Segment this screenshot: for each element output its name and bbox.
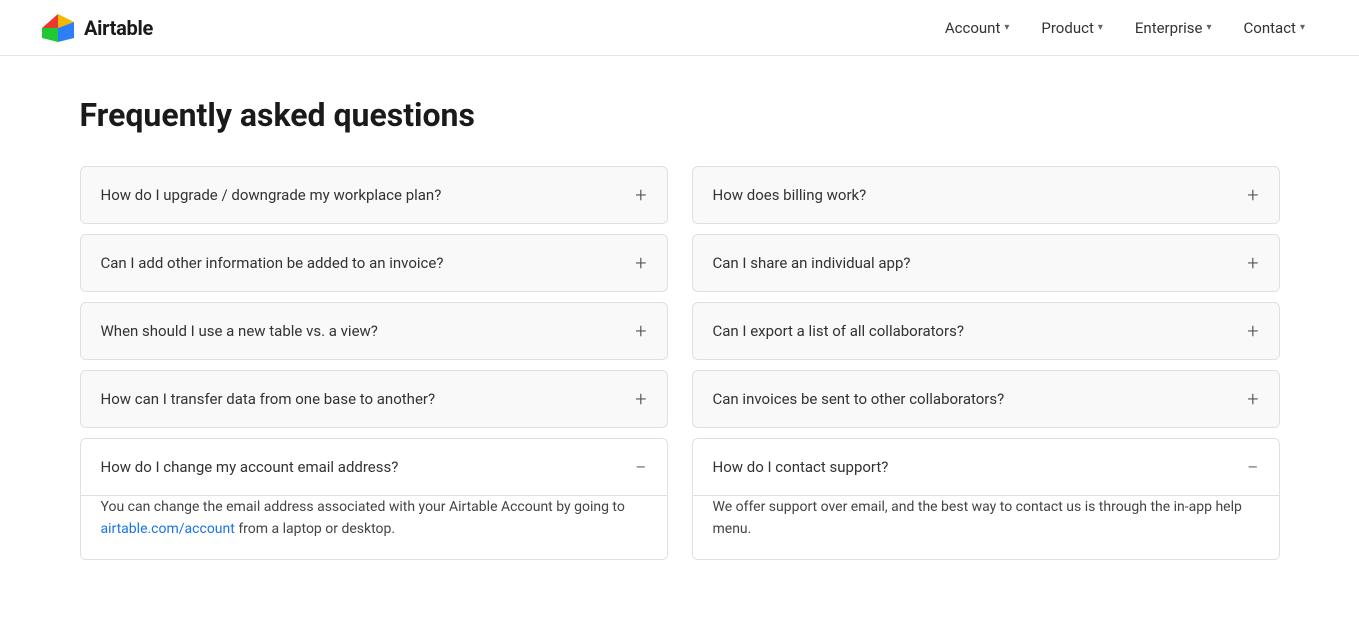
expand-icon: + bbox=[1247, 253, 1258, 273]
faq-item-invoices-collaborators: Can invoices be sent to other collaborat… bbox=[692, 370, 1280, 428]
nav-item-enterprise[interactable]: Enterprise ▾ bbox=[1121, 13, 1226, 43]
nav-item-product[interactable]: Product ▾ bbox=[1027, 13, 1116, 43]
nav-item-contact[interactable]: Contact ▾ bbox=[1230, 13, 1319, 43]
faq-question-row[interactable]: When should I use a new table vs. a view… bbox=[81, 303, 667, 359]
main-nav: Account ▾ Product ▾ Enterprise ▾ Contact… bbox=[931, 13, 1319, 43]
faq-item-upgrade: How do I upgrade / downgrade my workplac… bbox=[80, 166, 668, 224]
faq-question-row[interactable]: Can I add other information be added to … bbox=[81, 235, 667, 291]
expand-icon: + bbox=[635, 253, 646, 273]
faq-question-row[interactable]: How do I change my account email address… bbox=[81, 439, 667, 495]
logo[interactable]: Airtable bbox=[40, 10, 153, 46]
chevron-down-icon: ▾ bbox=[1300, 22, 1305, 33]
faq-column-left: How do I upgrade / downgrade my workplac… bbox=[80, 166, 668, 570]
faq-question-row[interactable]: Can I export a list of all collaborators… bbox=[693, 303, 1279, 359]
nav-item-account[interactable]: Account ▾ bbox=[931, 13, 1024, 43]
airtable-account-link[interactable]: airtable.com/account bbox=[101, 521, 235, 537]
main-content: Frequently asked questions How do I upgr… bbox=[40, 56, 1320, 610]
collapse-icon: − bbox=[635, 457, 646, 477]
faq-question-row[interactable]: Can invoices be sent to other collaborat… bbox=[693, 371, 1279, 427]
collapse-icon: − bbox=[1247, 457, 1258, 477]
faq-answer-contact-support: We offer support over email, and the bes… bbox=[693, 495, 1279, 559]
expand-icon: + bbox=[1247, 389, 1258, 409]
faq-item-contact-support: How do I contact support? − We offer sup… bbox=[692, 438, 1280, 560]
faq-question-row[interactable]: How can I transfer data from one base to… bbox=[81, 371, 667, 427]
faq-question-row[interactable]: How do I contact support? − bbox=[693, 439, 1279, 495]
faq-item-transfer-data: How can I transfer data from one base to… bbox=[80, 370, 668, 428]
faq-question-row[interactable]: Can I share an individual app? + bbox=[693, 235, 1279, 291]
faq-item-share-app: Can I share an individual app? + bbox=[692, 234, 1280, 292]
faq-question-row[interactable]: How does billing work? + bbox=[693, 167, 1279, 223]
page-title: Frequently asked questions bbox=[80, 96, 1280, 134]
faq-answer-email-address: You can change the email address associa… bbox=[81, 495, 667, 559]
faq-item-email-address: How do I change my account email address… bbox=[80, 438, 668, 560]
faq-item-invoice-info: Can I add other information be added to … bbox=[80, 234, 668, 292]
chevron-down-icon: ▾ bbox=[1207, 22, 1212, 33]
expand-icon: + bbox=[635, 321, 646, 341]
faq-grid: How do I upgrade / downgrade my workplac… bbox=[80, 166, 1280, 570]
logo-icon bbox=[40, 10, 76, 46]
faq-item-table-view: When should I use a new table vs. a view… bbox=[80, 302, 668, 360]
faq-column-right: How does billing work? + Can I share an … bbox=[692, 166, 1280, 570]
chevron-down-icon: ▾ bbox=[1004, 22, 1009, 33]
faq-item-export-collaborators: Can I export a list of all collaborators… bbox=[692, 302, 1280, 360]
expand-icon: + bbox=[1247, 185, 1258, 205]
logo-text: Airtable bbox=[84, 16, 153, 40]
expand-icon: + bbox=[635, 389, 646, 409]
faq-question-row[interactable]: How do I upgrade / downgrade my workplac… bbox=[81, 167, 667, 223]
expand-icon: + bbox=[1247, 321, 1258, 341]
faq-item-billing: How does billing work? + bbox=[692, 166, 1280, 224]
chevron-down-icon: ▾ bbox=[1098, 22, 1103, 33]
header: Airtable Account ▾ Product ▾ Enterprise … bbox=[0, 0, 1359, 56]
expand-icon: + bbox=[635, 185, 646, 205]
